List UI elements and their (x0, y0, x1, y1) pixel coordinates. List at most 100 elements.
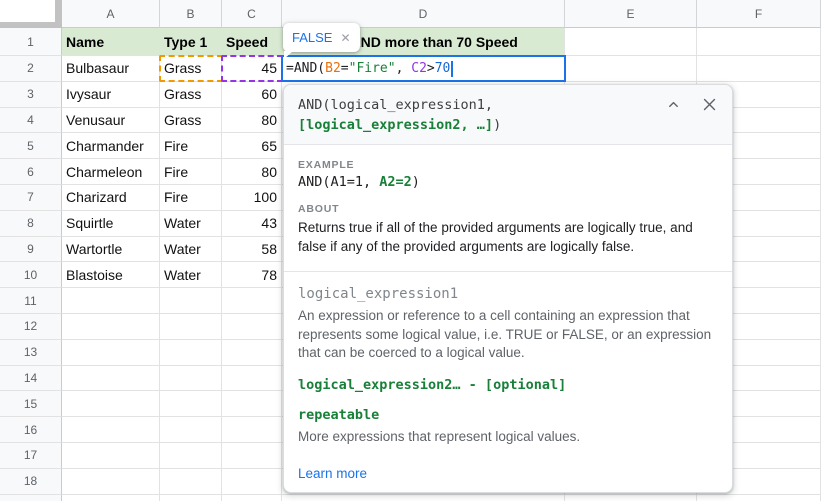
cell-C2[interactable]: 45 (222, 56, 282, 82)
cell-C8[interactable]: 43 (222, 210, 282, 237)
cell-B13[interactable] (160, 339, 222, 366)
column-header-B[interactable]: B (160, 0, 222, 28)
row-header-2[interactable]: 2 (0, 56, 62, 82)
cell-B5[interactable]: Fire (160, 133, 222, 160)
cell-A4[interactable]: Venusaur (62, 107, 160, 134)
cell-C19[interactable] (222, 494, 282, 501)
cell-B14[interactable] (160, 365, 222, 392)
row-header-12[interactable]: 12 (0, 313, 62, 340)
cell-A14[interactable] (62, 365, 160, 392)
cell-A18[interactable] (62, 468, 160, 495)
cell-C16[interactable] (222, 417, 282, 443)
cell-C6[interactable]: 80 (222, 159, 282, 185)
row-header-4[interactable]: 4 (0, 107, 62, 134)
cell-B1[interactable]: Type 1 (160, 28, 222, 56)
cell-B8[interactable]: Water (160, 210, 222, 237)
column-header-A[interactable]: A (62, 0, 160, 28)
cell-F2[interactable] (697, 56, 821, 82)
cell-A15[interactable] (62, 391, 160, 418)
cell-B9[interactable]: Water (160, 236, 222, 263)
cell-E1[interactable] (565, 28, 697, 56)
cell-C10[interactable]: 78 (222, 262, 282, 289)
cell-B3[interactable]: Grass (160, 81, 222, 108)
formula-text: =AND(B2="Fire", C2>70 (286, 61, 450, 76)
row-header-10[interactable]: 10 (0, 262, 62, 289)
close-icon[interactable] (701, 96, 718, 113)
chevron-up-icon[interactable] (666, 97, 681, 112)
row-header-5[interactable]: 5 (0, 133, 62, 160)
row-header-16[interactable]: 16 (0, 417, 62, 443)
cell-B17[interactable] (160, 442, 222, 469)
parameter-name: logical_expression2… - [optional] (298, 376, 567, 393)
parameter-description: More expressions that represent logical … (298, 428, 581, 444)
cell-A3[interactable]: Ivysaur (62, 81, 160, 108)
cell-C17[interactable] (222, 442, 282, 469)
column-header-E[interactable]: E (565, 0, 697, 28)
cell-C7[interactable]: 100 (222, 184, 282, 211)
cell-B7[interactable]: Fire (160, 184, 222, 211)
cell-A1[interactable]: Name (62, 28, 160, 56)
row-header-18[interactable]: 18 (0, 468, 62, 495)
cell-F19[interactable] (697, 494, 821, 501)
cell-B16[interactable] (160, 417, 222, 443)
cell-A6[interactable]: Charmeleon (62, 159, 160, 185)
row-header-6[interactable]: 6 (0, 159, 62, 185)
cell-A10[interactable]: Blastoise (62, 262, 160, 289)
cell-C13[interactable] (222, 339, 282, 366)
cell-B2[interactable]: Grass (160, 56, 222, 82)
chip-close-icon[interactable]: ✕ (340, 31, 350, 45)
cell-C12[interactable] (222, 313, 282, 340)
row-header-15[interactable]: 15 (0, 391, 62, 418)
cell-C3[interactable]: 60 (222, 81, 282, 108)
cell-A13[interactable] (62, 339, 160, 366)
row-header-19[interactable]: 19 (0, 494, 62, 501)
column-header-C[interactable]: C (222, 0, 282, 28)
cell-B12[interactable] (160, 313, 222, 340)
cell-C5[interactable]: 65 (222, 133, 282, 160)
row-header-7[interactable]: 7 (0, 184, 62, 211)
row-header-17[interactable]: 17 (0, 442, 62, 469)
cell-A16[interactable] (62, 417, 160, 443)
cell-C1[interactable]: Speed (222, 28, 282, 56)
formula-token: "Fire" (348, 61, 396, 76)
cell-E19[interactable] (565, 494, 697, 501)
row-header-11[interactable]: 11 (0, 288, 62, 314)
select-all-corner[interactable] (0, 0, 62, 28)
cell-C11[interactable] (222, 288, 282, 314)
cell-C15[interactable] (222, 391, 282, 418)
cell-A17[interactable] (62, 442, 160, 469)
row-header-1[interactable]: 1 (0, 28, 62, 56)
column-header-F[interactable]: F (697, 0, 821, 28)
parameter-name: logical_expression1 (298, 286, 459, 302)
row-header-9[interactable]: 9 (0, 236, 62, 263)
cell-A9[interactable]: Wartortle (62, 236, 160, 263)
cell-A19[interactable] (62, 494, 160, 501)
cell-A12[interactable] (62, 313, 160, 340)
cell-B19[interactable] (160, 494, 222, 501)
cell-B6[interactable]: Fire (160, 159, 222, 185)
learn-more-link[interactable]: Learn more (298, 466, 367, 481)
cell-C4[interactable]: 80 (222, 107, 282, 134)
cell-E2[interactable] (565, 56, 697, 82)
row-header-8[interactable]: 8 (0, 210, 62, 237)
cell-B18[interactable] (160, 468, 222, 495)
cell-D19[interactable] (282, 494, 565, 501)
cell-A11[interactable] (62, 288, 160, 314)
cell-A8[interactable]: Squirtle (62, 210, 160, 237)
cell-B11[interactable] (160, 288, 222, 314)
cell-C14[interactable] (222, 365, 282, 392)
row-header-3[interactable]: 3 (0, 81, 62, 108)
cell-F1[interactable] (697, 28, 821, 56)
cell-A5[interactable]: Charmander (62, 133, 160, 160)
cell-C9[interactable]: 58 (222, 236, 282, 263)
row-header-14[interactable]: 14 (0, 365, 62, 392)
cell-B15[interactable] (160, 391, 222, 418)
row-header-13[interactable]: 13 (0, 339, 62, 366)
formula-token: 70 (434, 61, 451, 76)
cell-B10[interactable]: Water (160, 262, 222, 289)
cell-editor-d2[interactable]: =AND(B2="Fire", C2>70 (281, 55, 566, 82)
cell-B4[interactable]: Grass (160, 107, 222, 134)
cell-C18[interactable] (222, 468, 282, 495)
cell-A2[interactable]: Bulbasaur (62, 56, 160, 82)
cell-A7[interactable]: Charizard (62, 184, 160, 211)
